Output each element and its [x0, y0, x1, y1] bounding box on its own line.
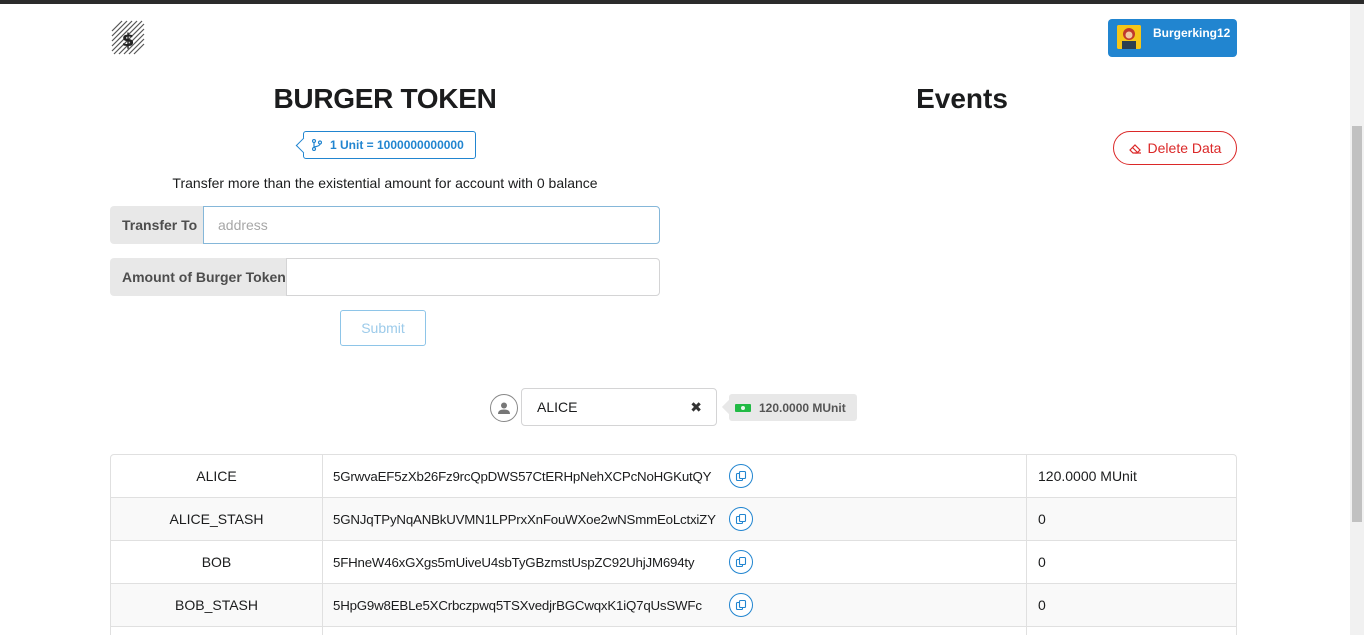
account-selector[interactable]: ALICE ✖: [521, 388, 717, 426]
page-scrollbar[interactable]: [1350, 4, 1364, 635]
account-address: 5GrwvaEF5zXb26Fz9rcQpDWS57CtERHpNehXCPcN…: [333, 468, 712, 484]
username: Burgerking12: [1153, 26, 1231, 40]
table-row: BOB_STASH 5HpG9w8EBLe5XCrbczpwq5TSXvedjr…: [111, 584, 1236, 627]
account-balance-value: 120.0000 MUnit: [759, 400, 846, 415]
table-row: BOB 5FHneW46xGXgs5mUiveU4sbTyGBzmstUspZC…: [111, 541, 1236, 584]
table-cell-partial: [111, 627, 323, 635]
branch-icon: [311, 138, 323, 152]
account-balance: 0: [1038, 597, 1046, 613]
account-name: BOB: [111, 541, 323, 583]
money-icon: [735, 403, 751, 412]
account-name: BOB_STASH: [111, 584, 323, 626]
transfer-hint: Transfer more than the existential amoun…: [172, 175, 598, 191]
selected-account: ALICE: [537, 399, 578, 415]
table-cell-partial: [323, 627, 1027, 635]
account-name: ALICE_STASH: [111, 498, 323, 540]
table-cell-partial: [1027, 627, 1236, 635]
user-avatar-icon: [1117, 25, 1141, 49]
table-row: ALICE 5GrwvaEF5zXb26Fz9rcQpDWS57CtERHpNe…: [111, 455, 1236, 498]
user-circle-icon: [490, 394, 518, 422]
account-balance: 0: [1038, 511, 1046, 527]
copy-icon[interactable]: [729, 464, 753, 488]
amount-field: Amount of Burger Token: [110, 258, 660, 296]
unit-conversion-label: 1 Unit = 1000000000000: [303, 131, 476, 159]
account-address-cell: 5HpG9w8EBLe5XCrbczpwq5TSXvedjrBGCwqxK1iQ…: [323, 584, 1027, 626]
delete-data-button[interactable]: Delete Data: [1113, 131, 1237, 165]
amount-label: Amount of Burger Token: [110, 258, 286, 296]
account-address: 5HpG9w8EBLe5XCrbczpwq5TSXvedjrBGCwqxK1iQ…: [333, 597, 702, 613]
delete-data-label: Delete Data: [1147, 140, 1222, 156]
events-title: Events: [916, 83, 1008, 114]
table-row: ALICE_STASH 5GNJqTPyNqANBkUVMN1LPPrxXnFo…: [111, 498, 1236, 541]
table-row: [111, 627, 1236, 635]
account-address: 5FHneW46xGXgs5mUiveU4sbTyGBzmstUspZC92Uh…: [333, 554, 695, 570]
copy-icon[interactable]: [729, 550, 753, 574]
accounts-table: ALICE 5GrwvaEF5zXb26Fz9rcQpDWS57CtERHpNe…: [110, 454, 1237, 635]
close-icon[interactable]: ✖: [690, 399, 702, 416]
account-address-cell: 5FHneW46xGXgs5mUiveU4sbTyGBzmstUspZC92Uh…: [323, 541, 1027, 583]
transfer-to-label: Transfer To: [110, 206, 203, 244]
amount-input[interactable]: [286, 258, 660, 296]
scrollbar-thumb[interactable]: [1352, 126, 1362, 522]
token-title: BURGER TOKEN: [273, 83, 497, 114]
transfer-to-input[interactable]: [203, 206, 660, 244]
account-button[interactable]: Burgerking12: [1108, 19, 1237, 57]
account-balance: 0: [1038, 554, 1046, 570]
account-address-cell: 5GrwvaEF5zXb26Fz9rcQpDWS57CtERHpNehXCPcN…: [323, 455, 1027, 497]
account-address: 5GNJqTPyNqANBkUVMN1LPPrxXnFouWXoe2wNSmmE…: [333, 511, 716, 527]
account-name: ALICE: [111, 455, 323, 497]
account-balance: 120.0000 MUnit: [1038, 468, 1137, 484]
account-address-cell: 5GNJqTPyNqANBkUVMN1LPPrxXnFouWXoe2wNSmmE…: [323, 498, 1027, 540]
unit-conversion-text: 1 Unit = 1000000000000: [330, 138, 464, 152]
substrate-logo-icon[interactable]: $: [110, 19, 146, 59]
copy-icon[interactable]: [729, 593, 753, 617]
transfer-to-field: Transfer To: [110, 206, 660, 244]
svg-text:$: $: [122, 30, 135, 51]
window-top-border: [0, 0, 1364, 4]
account-balance-label: 120.0000 MUnit: [729, 394, 857, 421]
copy-icon[interactable]: [729, 507, 753, 531]
eraser-icon: [1128, 143, 1141, 154]
submit-button[interactable]: Submit: [340, 310, 426, 346]
